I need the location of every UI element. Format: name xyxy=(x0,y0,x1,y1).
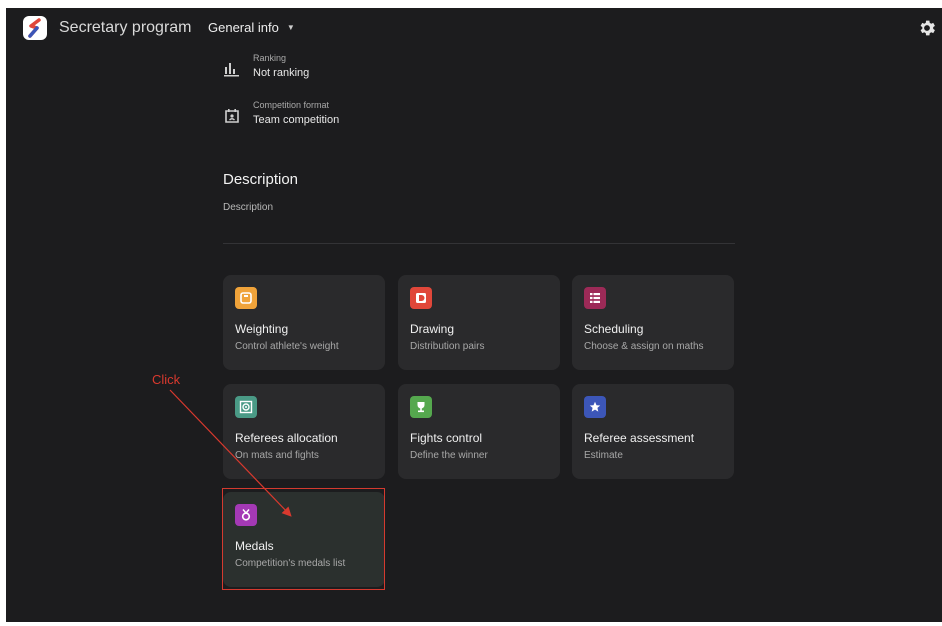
description-text: Description xyxy=(223,202,274,213)
card-scheduling[interactable]: Scheduling Choose & assign on maths xyxy=(572,275,734,370)
card-title: Referees allocation xyxy=(235,431,338,445)
caret-down-icon: ▼ xyxy=(286,23,295,32)
highlight-box xyxy=(222,488,385,590)
card-title: Drawing xyxy=(410,322,455,336)
calendar-person-icon xyxy=(222,106,242,126)
ranking-label: Ranking xyxy=(253,53,287,63)
card-title: Weighting xyxy=(235,322,289,336)
settings-gear-icon[interactable] xyxy=(917,18,937,38)
card-subtitle: Define the winner xyxy=(410,450,488,461)
schedule-list-icon xyxy=(584,287,606,309)
card-subtitle: Choose & assign on maths xyxy=(584,341,704,352)
card-subtitle: Distribution pairs xyxy=(410,341,485,352)
card-referees-allocation[interactable]: Referees allocation On mats and fights xyxy=(223,384,385,479)
card-subtitle: On mats and fights xyxy=(235,450,319,461)
card-drawing[interactable]: Drawing Distribution pairs xyxy=(398,275,560,370)
card-title: Scheduling xyxy=(584,322,644,336)
d-letter-icon xyxy=(410,287,432,309)
card-fights-control[interactable]: Fights control Define the winner xyxy=(398,384,560,479)
bar-chart-icon xyxy=(222,59,242,79)
card-referee-assessment[interactable]: Referee assessment Estimate xyxy=(572,384,734,479)
competition-format-info: Competition format Team competition xyxy=(222,99,339,128)
card-weighting[interactable]: Weighting Control athlete's weight xyxy=(223,275,385,370)
card-title: Referee assessment xyxy=(584,431,695,445)
card-subtitle: Estimate xyxy=(584,450,623,461)
target-square-icon xyxy=(235,396,257,418)
competition-format-label: Competition format xyxy=(253,100,330,110)
trophy-icon xyxy=(410,396,432,418)
click-annotation: Click xyxy=(152,372,181,387)
app-logo-icon xyxy=(23,16,47,40)
competition-format-value: Team competition xyxy=(253,114,340,126)
app-window: Secretary program General info ▼ Ranking… xyxy=(6,8,942,622)
description-heading: Description xyxy=(223,171,299,188)
ranking-value: Not ranking xyxy=(253,67,310,79)
top-bar: Secretary program General info ▼ xyxy=(6,8,942,48)
ranking-info: Ranking Not ranking xyxy=(222,52,309,81)
app-title: Secretary program xyxy=(59,19,192,36)
card-title: Fights control xyxy=(410,431,483,445)
star-badge-icon xyxy=(584,396,606,418)
general-info-dropdown[interactable]: General info ▼ xyxy=(208,20,295,35)
divider xyxy=(223,243,735,244)
scale-icon xyxy=(235,287,257,309)
general-info-dropdown-label: General info xyxy=(208,20,279,35)
card-subtitle: Control athlete's weight xyxy=(235,341,339,352)
